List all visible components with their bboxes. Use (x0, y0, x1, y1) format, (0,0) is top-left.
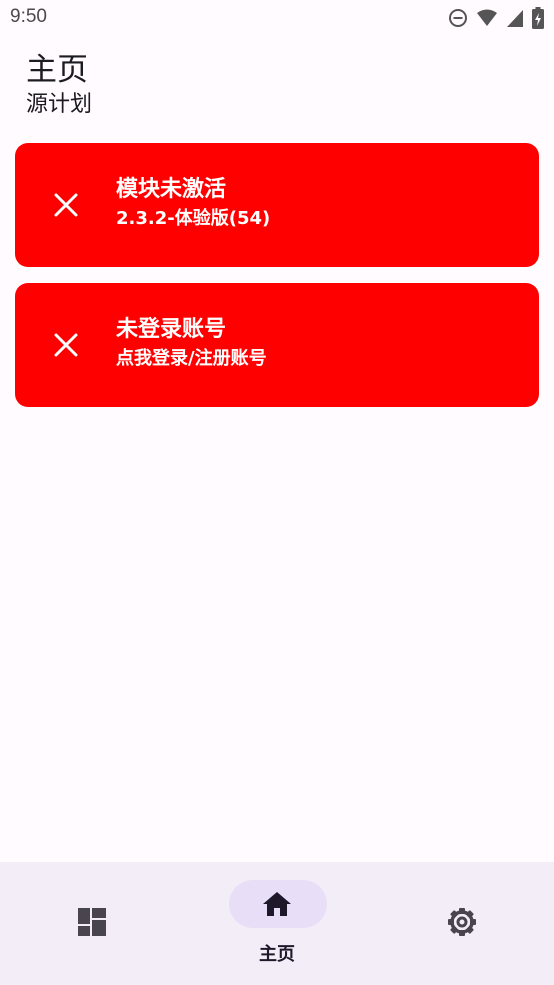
status-time: 9:50 (10, 6, 47, 27)
login-card[interactable]: 未登录账号 点我登录/注册账号 (15, 283, 539, 407)
nav-item-home[interactable]: 主页 (185, 862, 369, 985)
do-not-disturb-icon (448, 8, 468, 28)
signal-icon (506, 8, 524, 28)
close-icon (53, 192, 79, 218)
module-version: 2.3.2-体验版(54) (116, 208, 271, 229)
module-status-title: 模块未激活 (116, 177, 227, 202)
nav-item-settings[interactable] (370, 862, 554, 985)
login-status-title: 未登录账号 (116, 317, 227, 342)
module-status-card[interactable]: 模块未激活 2.3.2-体验版(54) (15, 143, 539, 267)
login-card-text: 未登录账号 点我登录/注册账号 (116, 315, 267, 373)
home-icon (262, 891, 292, 921)
page-title: 主页 (26, 52, 88, 88)
status-icons (448, 7, 544, 29)
settings-icon (446, 906, 478, 942)
close-icon (53, 332, 79, 358)
wifi-icon (476, 8, 498, 28)
module-status-text: 模块未激活 2.3.2-体验版(54) (116, 175, 270, 233)
nav-label-home: 主页 (259, 944, 295, 965)
login-prompt: 点我登录/注册账号 (116, 348, 267, 369)
bottom-navigation: 主页 (0, 862, 554, 985)
battery-charging-icon (532, 7, 544, 29)
dashboard-icon (77, 907, 107, 941)
nav-item-dashboard[interactable] (0, 862, 184, 985)
status-bar: 9:50 (0, 0, 554, 38)
page-header: 主页 源计划 (26, 50, 92, 120)
page-subtitle: 源计划 (26, 92, 93, 117)
